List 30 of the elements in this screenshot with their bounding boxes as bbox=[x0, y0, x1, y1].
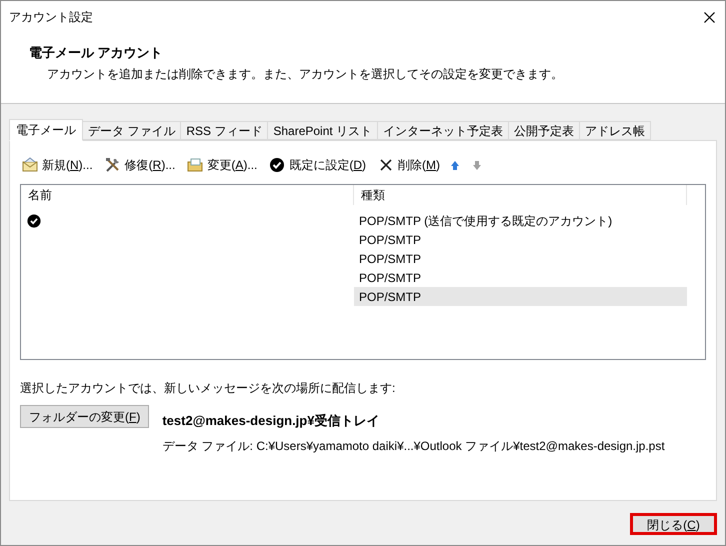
default-button[interactable]: 既定に設定(D) bbox=[269, 156, 366, 174]
change-folder-button[interactable]: フォルダーの変更(F) bbox=[20, 405, 150, 428]
section-title: 電子メール アカウント bbox=[29, 44, 164, 62]
tab[interactable]: 電子メール bbox=[9, 119, 83, 141]
column-header[interactable]: 種類 bbox=[354, 185, 687, 205]
section-description: アカウントを追加または削除できます。また、アカウントを選択してその設定を変更できます。 bbox=[46, 66, 564, 82]
close-icon[interactable] bbox=[704, 12, 715, 22]
tools-icon bbox=[104, 157, 121, 173]
new-button[interactable]: 新規(N)... bbox=[22, 156, 93, 174]
tab[interactable]: 公開予定表 bbox=[509, 121, 580, 140]
delete-button[interactable]: 削除(M) bbox=[378, 156, 440, 174]
folder-icon bbox=[187, 157, 204, 173]
repair-button[interactable]: 修復(R)... bbox=[104, 156, 176, 174]
column-header[interactable]: 名前 bbox=[21, 185, 354, 205]
window-title: アカウント設定 bbox=[9, 9, 93, 26]
mail-icon bbox=[22, 157, 38, 173]
tab[interactable]: SharePoint リスト bbox=[268, 121, 378, 140]
delivery-folder: test2@makes-design.jp¥受信トレイ bbox=[162, 412, 380, 430]
delivery-label: 選択したアカウントでは、新しいメッセージを次の場所に配信します: bbox=[20, 380, 396, 397]
account-type-cell[interactable]: POP/SMTP bbox=[354, 287, 687, 306]
data-file-path: データ ファイル: C:¥Users¥yamamoto daiki¥...¥Outlook ファイル¥test2@makes-design.jp.pst bbox=[162, 438, 665, 454]
tab[interactable]: アドレス帳 bbox=[580, 121, 652, 140]
change-button[interactable]: 変更(A)... bbox=[187, 156, 258, 174]
tab[interactable]: インターネット予定表 bbox=[378, 121, 510, 140]
close-icon bbox=[378, 157, 394, 173]
check-circle-icon bbox=[269, 157, 286, 173]
move-up-button[interactable] bbox=[450, 160, 460, 170]
tab[interactable]: データ ファイル bbox=[83, 121, 182, 140]
close-button[interactable]: 閉じる(C) bbox=[630, 513, 717, 535]
tab[interactable]: RSS フィード bbox=[181, 121, 268, 140]
